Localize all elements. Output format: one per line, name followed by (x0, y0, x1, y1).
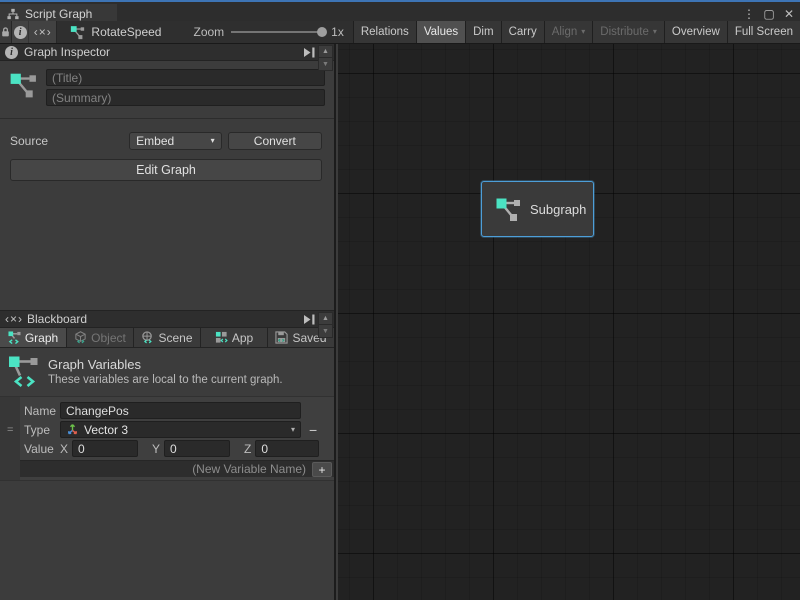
window-maximize-icon[interactable]: ▢ (761, 7, 777, 21)
add-variable-button[interactable]: + (312, 462, 332, 477)
source-label: Source (10, 134, 129, 148)
inspector-scrollbar: ▲ ▼ (318, 45, 333, 71)
code-icon: ‹×› (5, 312, 23, 326)
zoom-slider-handle[interactable] (317, 27, 327, 37)
graph-inspector-title: Graph Inspector (24, 45, 110, 59)
distribute-dropdown[interactable]: Distribute ▾ (593, 21, 665, 43)
z-value-input[interactable] (255, 440, 319, 457)
scene-icon (141, 331, 154, 344)
blackboard-panel: ‹×› Blackboard ▲ ▼ (0, 310, 334, 600)
tab-scene[interactable]: Scene (134, 328, 201, 347)
vector3-icon (66, 423, 79, 436)
graph-canvas[interactable]: Subgraph (338, 44, 800, 600)
chevron-down-icon: ▾ (653, 28, 657, 36)
scroll-down-button[interactable]: ▼ (318, 325, 333, 338)
blackboard-toggle-button[interactable]: ‹×› (29, 21, 57, 43)
type-label: Type (24, 423, 60, 437)
zoom-label: Zoom (193, 25, 224, 39)
graph-tab-icon (8, 331, 21, 344)
graph-variables-description: These variables are local to the current… (48, 374, 283, 386)
graph-breadcrumb[interactable]: RotateSpeed (70, 21, 161, 43)
value-label: Value (24, 442, 60, 456)
toolbar-toggle-group: Relations Values Dim Carry Align ▾ Distr… (353, 21, 800, 43)
full-screen-toggle[interactable]: Full Screen (728, 21, 800, 43)
zoom-slider[interactable] (231, 31, 324, 33)
x-label: X (60, 442, 68, 456)
graph-title-input[interactable] (46, 69, 325, 86)
relations-toggle[interactable]: Relations (354, 21, 417, 43)
save-icon (275, 331, 288, 344)
y-value-input[interactable] (164, 440, 230, 457)
dock-icon[interactable] (303, 314, 315, 325)
variable-row: Name = Type Vector 3 ▾ (0, 396, 334, 481)
x-value-input[interactable] (72, 440, 138, 457)
remove-variable-button[interactable]: − (309, 423, 317, 437)
tab-app[interactable]: App (201, 328, 268, 347)
graph-variables-title: Graph Variables (48, 357, 283, 372)
hierarchy-icon (7, 8, 19, 20)
blackboard-scrollbar: ▲ ▼ (318, 312, 333, 338)
graph-variables-icon (8, 355, 38, 388)
carry-toggle[interactable]: Carry (502, 21, 545, 43)
cube-icon (74, 331, 87, 344)
app-icon (215, 331, 228, 344)
chevron-down-icon: ▾ (291, 426, 295, 434)
source-dropdown[interactable]: Embed ▾ (129, 132, 221, 150)
subgraph-node[interactable]: Subgraph (481, 181, 594, 237)
lock-button[interactable] (0, 21, 12, 43)
align-dropdown[interactable]: Align ▾ (545, 21, 594, 43)
graph-inspector-header: i Graph Inspector (0, 44, 334, 61)
code-icon: ‹×› (34, 25, 52, 39)
scroll-down-button[interactable]: ▼ (318, 58, 333, 71)
new-variable-row: + (0, 460, 334, 477)
graph-name-label: RotateSpeed (91, 25, 161, 39)
values-toggle[interactable]: Values (417, 21, 466, 43)
tab-title: Script Graph (25, 7, 92, 21)
chevron-down-icon: ▾ (211, 137, 215, 145)
divider (0, 118, 334, 119)
graph-summary-input[interactable] (46, 89, 325, 106)
graph-toolbar: i ‹×› RotateSpeed Zoom 1x Relations Valu… (0, 21, 800, 44)
scroll-up-button[interactable]: ▲ (318, 312, 333, 325)
z-label: Z (244, 442, 251, 456)
info-icon: i (14, 26, 27, 39)
window-close-icon[interactable]: ✕ (781, 7, 797, 21)
name-label: Name (24, 404, 60, 418)
edit-graph-button[interactable]: Edit Graph (10, 159, 322, 181)
dim-toggle[interactable]: Dim (466, 21, 501, 43)
script-graph-icon (9, 69, 37, 101)
new-variable-input[interactable] (8, 462, 312, 477)
window-titlebar: Script Graph ⋮ ▢ ✕ (0, 0, 800, 21)
lock-icon (0, 26, 11, 38)
blackboard-title: Blackboard (27, 312, 87, 326)
script-graph-icon (495, 196, 521, 222)
tab-object[interactable]: Object (67, 328, 134, 347)
scroll-up-button[interactable]: ▲ (318, 45, 333, 58)
graph-variables-header: Graph Variables These variables are loca… (0, 348, 334, 396)
tab-graph[interactable]: Graph (0, 328, 67, 347)
convert-button[interactable]: Convert (228, 132, 322, 150)
inspector-toggle-button[interactable]: i (12, 21, 29, 43)
y-label: Y (152, 442, 160, 456)
blackboard-header: ‹×› Blackboard (0, 311, 334, 328)
zoom-value: 1x (331, 25, 344, 39)
variable-type-dropdown[interactable]: Vector 3 ▾ (60, 421, 301, 438)
overview-button[interactable]: Overview (665, 21, 728, 43)
node-label: Subgraph (530, 202, 586, 217)
variable-name-input[interactable] (60, 402, 301, 419)
sidebar: i Graph Inspector ▲ ▼ Sour (0, 44, 336, 600)
chevron-down-icon: ▾ (581, 28, 585, 36)
window-menu-icon[interactable]: ⋮ (741, 7, 757, 21)
blackboard-tabs: Graph Object (0, 328, 334, 348)
dock-icon[interactable] (303, 47, 315, 58)
info-icon: i (5, 46, 18, 59)
drag-handle-icon[interactable]: = (7, 425, 13, 436)
script-graph-icon (70, 25, 85, 40)
